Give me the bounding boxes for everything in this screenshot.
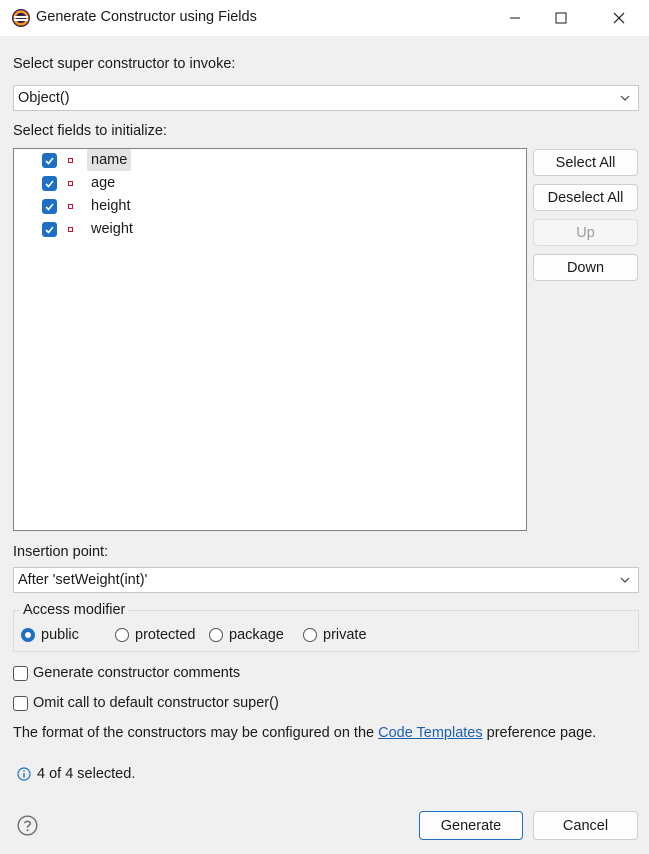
field-name: age xyxy=(91,175,116,191)
maximize-icon[interactable] xyxy=(538,0,584,36)
field-name: weight xyxy=(91,221,133,237)
checkbox-checked-icon[interactable] xyxy=(42,175,57,191)
down-button[interactable]: Down xyxy=(533,254,638,281)
cancel-button[interactable]: Cancel xyxy=(533,811,638,840)
insertion-point-select[interactable]: After 'setWeight(int)' xyxy=(13,567,639,593)
list-item[interactable]: height xyxy=(42,195,135,217)
generate-button[interactable]: Generate xyxy=(419,811,523,840)
deselect-all-button[interactable]: Deselect All xyxy=(533,184,638,211)
private-field-icon xyxy=(68,226,73,232)
radio-unselected-icon[interactable] xyxy=(209,628,223,642)
chevron-down-icon xyxy=(620,95,630,101)
format-info-prefix: The format of the constructors may be co… xyxy=(13,725,379,741)
generate-comments-checkbox[interactable]: Generate constructor comments xyxy=(13,665,240,681)
select-all-button[interactable]: Select All xyxy=(533,149,638,176)
close-icon[interactable] xyxy=(596,0,642,36)
private-field-icon xyxy=(68,203,73,209)
list-item[interactable]: name xyxy=(42,149,132,171)
radio-label: package xyxy=(229,627,284,643)
list-item[interactable]: weight xyxy=(42,218,137,240)
list-item[interactable]: age xyxy=(42,172,119,194)
format-info: The format of the constructors may be co… xyxy=(13,725,596,741)
private-field-icon xyxy=(68,157,73,163)
radio-label: public xyxy=(41,627,79,643)
omit-super-label: Omit call to default constructor super() xyxy=(33,695,279,711)
format-info-suffix: preference page. xyxy=(482,725,597,741)
checkbox-unchecked-icon[interactable] xyxy=(13,665,28,681)
window-title: Generate Constructor using Fields xyxy=(36,9,257,25)
super-constructor-label: Select super constructor to invoke: xyxy=(13,56,236,72)
checkbox-unchecked-icon[interactable] xyxy=(13,695,28,711)
help-icon[interactable] xyxy=(17,815,38,836)
super-constructor-value: Object() xyxy=(18,90,70,106)
insertion-point-label: Insertion point: xyxy=(13,544,109,560)
status-line: 4 of 4 selected. xyxy=(17,766,135,782)
radio-label: protected xyxy=(135,627,196,643)
radio-unselected-icon[interactable] xyxy=(303,628,317,642)
radio-label: private xyxy=(323,627,367,643)
info-icon xyxy=(17,767,31,781)
field-name: height xyxy=(91,198,131,214)
fields-list[interactable]: name age height weight xyxy=(13,148,527,531)
checkbox-checked-icon[interactable] xyxy=(42,221,57,237)
minimize-icon[interactable] xyxy=(492,0,538,36)
omit-super-checkbox[interactable]: Omit call to default constructor super() xyxy=(13,695,279,711)
generate-comments-label: Generate constructor comments xyxy=(33,665,241,681)
field-name: name xyxy=(87,149,132,171)
radio-unselected-icon[interactable] xyxy=(115,628,129,642)
access-modifier-label: Access modifier xyxy=(20,602,129,618)
radio-package[interactable]: package xyxy=(209,627,284,643)
status-text: 4 of 4 selected. xyxy=(37,766,136,782)
eclipse-icon xyxy=(12,9,30,27)
radio-protected[interactable]: protected xyxy=(115,627,195,643)
fields-label: Select fields to initialize: xyxy=(13,123,167,139)
checkbox-checked-icon[interactable] xyxy=(42,152,57,168)
title-bar: Generate Constructor using Fields xyxy=(0,0,649,36)
chevron-down-icon xyxy=(620,577,630,583)
insertion-point-value: After 'setWeight(int)' xyxy=(18,572,148,588)
radio-private[interactable]: private xyxy=(303,627,367,643)
checkbox-checked-icon[interactable] xyxy=(42,198,57,214)
code-templates-link[interactable]: Code Templates xyxy=(378,725,483,741)
radio-public[interactable]: public xyxy=(21,627,79,643)
super-constructor-select[interactable]: Object() xyxy=(13,85,639,111)
private-field-icon xyxy=(68,180,73,186)
radio-selected-icon[interactable] xyxy=(21,628,35,642)
up-button[interactable]: Up xyxy=(533,219,638,246)
